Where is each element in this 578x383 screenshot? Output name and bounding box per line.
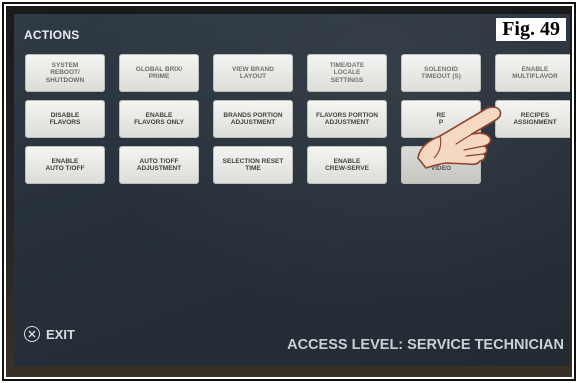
pointing-hand-icon	[417, 106, 502, 169]
solenoid-timeout-button[interactable]: SOLENOID TIMEOUT (S)	[401, 54, 481, 92]
figure-frame: ACTIONS SYSTEM REBOOT/ SHUTDOWN GLOBAL B…	[2, 2, 576, 381]
enable-crew-serve-button[interactable]: ENABLE CREW-SERVE	[307, 146, 387, 184]
enable-auto-toff-button[interactable]: ENABLE AUTO T/OFF	[25, 146, 105, 184]
flavors-portion-adjustment-button[interactable]: FLAVORS PORTION ADJUSTMENT	[307, 100, 387, 138]
enable-multiflavor-button[interactable]: ENABLE MULTIFLAVOR	[495, 54, 570, 92]
close-x-icon	[24, 326, 40, 342]
auto-toff-adjustment-button[interactable]: AUTO T/OFF ADJUSTMENT	[119, 146, 199, 184]
brands-portion-adjustment-button[interactable]: BRANDS PORTION ADJUSTMENT	[213, 100, 293, 138]
actions-heading: ACTIONS	[24, 28, 80, 42]
access-level-status: ACCESS LEVEL: SERVICE TECHNICIAN	[287, 337, 564, 353]
selection-reset-time-button[interactable]: SELECTION RESET TIME	[213, 146, 293, 184]
system-reboot-shutdown-button[interactable]: SYSTEM REBOOT/ SHUTDOWN	[25, 54, 105, 92]
display-bezel: ACTIONS SYSTEM REBOOT/ SHUTDOWN GLOBAL B…	[6, 6, 572, 377]
disable-flavors-button[interactable]: DISABLE FLAVORS	[25, 100, 105, 138]
exit-label: EXIT	[46, 326, 75, 342]
global-brix-prime-button[interactable]: GLOBAL BRIX/ PRIME	[119, 54, 199, 92]
figure-label: Fig. 49	[496, 18, 566, 41]
time-date-locale-settings-button[interactable]: TIME/DATE LOCALE SETTINGS	[307, 54, 387, 92]
exit-button[interactable]: EXIT	[24, 326, 75, 342]
enable-flavors-only-button[interactable]: ENABLE FLAVORS ONLY	[119, 100, 199, 138]
view-brand-layout-button[interactable]: VIEW BRAND LAYOUT	[213, 54, 293, 92]
touchscreen: ACTIONS SYSTEM REBOOT/ SHUTDOWN GLOBAL B…	[14, 14, 570, 366]
